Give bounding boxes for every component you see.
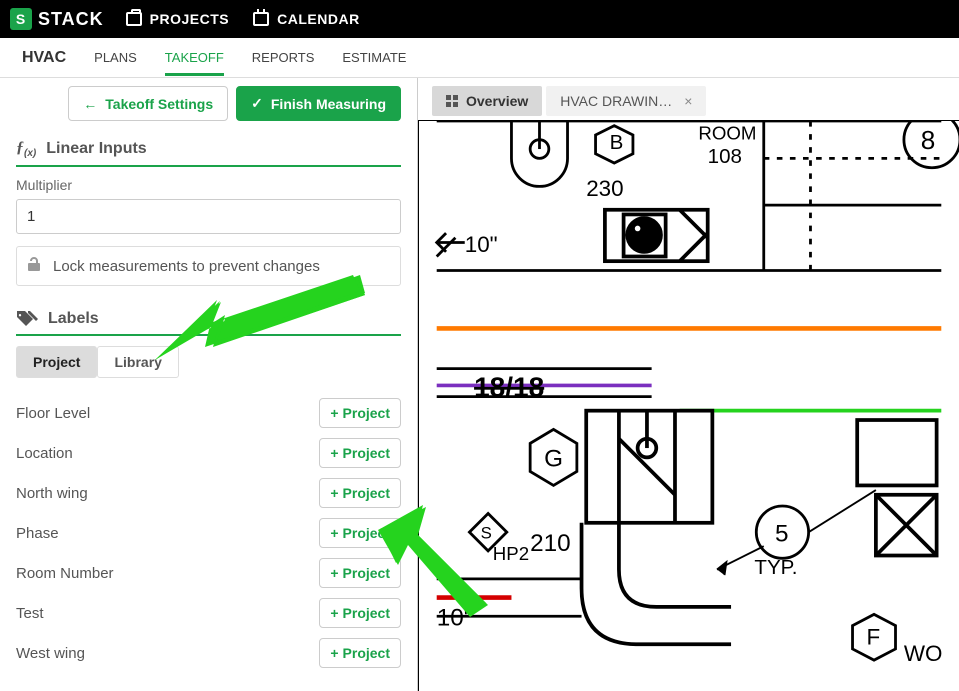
add-label-project-button[interactable]: + Project bbox=[319, 558, 401, 588]
text-s: S bbox=[481, 524, 492, 543]
nav-calendar-label: CALENDAR bbox=[277, 11, 360, 27]
canvas-tab-hvac-drawing[interactable]: HVAC DRAWIN… × bbox=[546, 86, 706, 116]
label-row: Room Number + Project bbox=[16, 554, 401, 592]
tab-reports[interactable]: REPORTS bbox=[252, 39, 315, 76]
finish-measuring-label: Finish Measuring bbox=[271, 96, 386, 112]
calendar-icon bbox=[253, 12, 269, 26]
add-label-project-button[interactable]: + Project bbox=[319, 598, 401, 628]
label-row: Floor Level + Project bbox=[16, 394, 401, 432]
add-label-project-button[interactable]: + Project bbox=[319, 478, 401, 508]
blueprint-svg: B 230 ROOM 108 bbox=[419, 121, 959, 691]
tab-takeoff[interactable]: TAKEOFF bbox=[165, 39, 224, 76]
hex-f-text: F bbox=[867, 624, 881, 649]
label-row: North wing + Project bbox=[16, 474, 401, 512]
label-name: Phase bbox=[16, 525, 59, 542]
add-label-project-button[interactable]: + Project bbox=[319, 518, 401, 548]
plus-icon: + bbox=[330, 485, 338, 501]
add-button-label: Project bbox=[343, 485, 390, 501]
text-210: 210 bbox=[530, 530, 571, 557]
lock-measurements-label: Lock measurements to prevent changes bbox=[53, 258, 320, 275]
text-wo: WO bbox=[904, 641, 943, 666]
brand-mark-icon: S bbox=[10, 8, 32, 30]
text-108: 108 bbox=[708, 145, 742, 168]
plus-icon: + bbox=[330, 445, 338, 461]
tab-estimate[interactable]: ESTIMATE bbox=[342, 39, 406, 76]
text-5: 5 bbox=[775, 520, 789, 547]
blueprint-viewport[interactable]: B 230 ROOM 108 bbox=[418, 120, 959, 691]
label-row: Phase + Project bbox=[16, 514, 401, 552]
text-10in-bottom: 10" bbox=[437, 605, 473, 632]
lock-measurements-row[interactable]: Lock measurements to prevent changes bbox=[16, 246, 401, 286]
text-230: 230 bbox=[586, 176, 623, 201]
app-topbar: S STACK PROJECTS CALENDAR bbox=[0, 0, 959, 38]
add-button-label: Project bbox=[343, 565, 390, 581]
label-row: Test + Project bbox=[16, 594, 401, 632]
labels-heading: Labels bbox=[48, 310, 99, 328]
hex-g-text: G bbox=[544, 446, 563, 473]
labels-section: Labels Project Library Floor Level + Proje… bbox=[16, 310, 401, 672]
briefcase-icon bbox=[126, 12, 142, 26]
project-subnav: HVAC PLANS TAKEOFF REPORTS ESTIMATE bbox=[0, 38, 959, 78]
nav-projects[interactable]: PROJECTS bbox=[126, 11, 229, 27]
linear-inputs-heading: Linear Inputs bbox=[46, 140, 146, 158]
add-label-project-button[interactable]: + Project bbox=[319, 398, 401, 428]
plus-icon: + bbox=[330, 645, 338, 661]
canvas-tab-overview[interactable]: Overview bbox=[432, 86, 542, 116]
grid-icon bbox=[446, 95, 458, 107]
close-icon[interactable]: × bbox=[684, 93, 692, 109]
nav-projects-label: PROJECTS bbox=[150, 11, 229, 27]
takeoff-settings-button[interactable]: ← Takeoff Settings bbox=[68, 86, 228, 121]
brand-name: STACK bbox=[38, 9, 104, 30]
multiplier-label: Multiplier bbox=[16, 177, 401, 193]
brand-logo: S STACK bbox=[10, 8, 104, 30]
text-typ: TYP. bbox=[754, 556, 797, 579]
add-button-label: Project bbox=[343, 525, 390, 541]
labels-tab-library[interactable]: Library bbox=[97, 346, 178, 378]
add-label-project-button[interactable]: + Project bbox=[319, 438, 401, 468]
add-button-label: Project bbox=[343, 605, 390, 621]
text-hp2: HP2 bbox=[493, 543, 529, 564]
text-10in-top: 10" bbox=[465, 232, 498, 257]
top-nav: PROJECTS CALENDAR bbox=[126, 11, 360, 27]
label-name: Test bbox=[16, 605, 44, 622]
canvas-tab-hvac-label: HVAC DRAWIN… bbox=[560, 93, 672, 109]
tab-plans[interactable]: PLANS bbox=[94, 39, 137, 76]
plus-icon: + bbox=[330, 565, 338, 581]
finish-measuring-button[interactable]: ✓ Finish Measuring bbox=[236, 86, 401, 121]
label-name: Floor Level bbox=[16, 405, 90, 422]
plus-icon: + bbox=[330, 525, 338, 541]
label-name: North wing bbox=[16, 485, 88, 502]
label-row: West wing + Project bbox=[16, 634, 401, 672]
lock-icon bbox=[27, 256, 41, 276]
linear-inputs-section: ƒ(x) Linear Inputs Multiplier Lock measu… bbox=[16, 139, 401, 286]
add-button-label: Project bbox=[343, 645, 390, 661]
tags-icon bbox=[16, 310, 38, 328]
plus-icon: + bbox=[330, 405, 338, 421]
canvas-tab-overview-label: Overview bbox=[466, 93, 528, 109]
label-name: Location bbox=[16, 445, 73, 462]
hex-b-text: B bbox=[610, 131, 624, 154]
plus-icon: + bbox=[330, 605, 338, 621]
label-row: Location + Project bbox=[16, 434, 401, 472]
takeoff-settings-label: Takeoff Settings bbox=[105, 96, 213, 112]
project-name: HVAC bbox=[22, 49, 66, 67]
text-8: 8 bbox=[921, 125, 936, 155]
label-name: Room Number bbox=[16, 565, 114, 582]
nav-calendar[interactable]: CALENDAR bbox=[253, 11, 360, 27]
arrow-left-icon: ← bbox=[83, 96, 97, 112]
add-button-label: Project bbox=[343, 445, 390, 461]
add-label-project-button[interactable]: + Project bbox=[319, 638, 401, 668]
multiplier-input[interactable] bbox=[16, 199, 401, 234]
fx-icon: ƒ(x) bbox=[16, 139, 36, 159]
check-icon: ✓ bbox=[251, 95, 263, 112]
takeoff-sidebar: ← Takeoff Settings ✓ Finish Measuring ƒ(… bbox=[0, 78, 418, 691]
labels-tab-project[interactable]: Project bbox=[16, 346, 97, 378]
label-name: West wing bbox=[16, 645, 85, 662]
drawing-canvas-area: Overview HVAC DRAWIN… × bbox=[418, 78, 959, 691]
add-button-label: Project bbox=[343, 405, 390, 421]
text-room: ROOM bbox=[698, 123, 756, 144]
